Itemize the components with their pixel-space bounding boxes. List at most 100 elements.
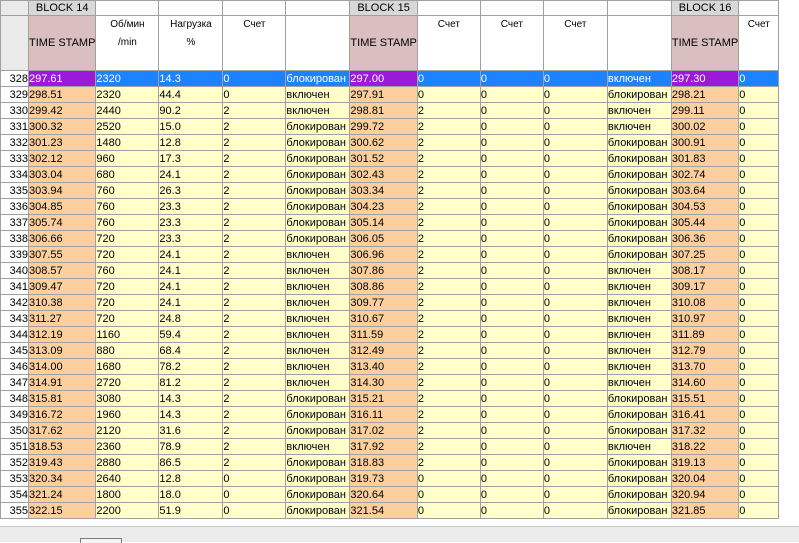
state-14-cell[interactable]: блокирован [285,118,351,135]
timestamp-14-cell[interactable]: 298.51 [27,86,97,103]
state-15-cell[interactable]: блокирован [606,406,672,423]
count-15b-cell[interactable]: 0 [479,230,544,247]
count-15a-cell[interactable]: 2 [416,326,481,343]
rpm-cell[interactable]: 2200 [95,502,160,519]
count-15a-cell[interactable]: 2 [416,278,481,295]
timestamp-15-cell[interactable]: 312.49 [349,342,418,359]
table-row[interactable]: 344 312.19 1160 59.4 2 включен 311.59 2 0 0 включе… [0,326,780,343]
state-15-cell[interactable]: включен [606,262,672,279]
table-row[interactable]: 332 301.23 1480 12.8 2 блокирован 300.62 2 0 0 бло… [0,134,780,151]
timestamp-15-cell[interactable]: 300.62 [349,134,418,151]
col-header-count-15c[interactable]: Счет [542,15,608,71]
count-15b-cell[interactable]: 0 [479,454,544,471]
timestamp-14-cell[interactable]: 308.57 [27,262,97,279]
count-14-cell[interactable]: 2 [222,358,287,375]
count-15b-cell[interactable]: 0 [479,438,544,455]
count-15a-cell[interactable]: 2 [416,134,481,151]
state-14-cell[interactable]: блокирован [285,182,351,199]
rpm-cell[interactable]: 1680 [95,358,160,375]
state-15-cell[interactable]: блокирован [606,390,672,407]
table-row[interactable]: 346 314.00 1680 78.2 2 включен 313.40 2 0 0 включе… [0,358,780,375]
state-15-cell[interactable]: блокирован [606,166,672,183]
load-cell[interactable]: 24.1 [158,246,224,263]
count-16-cell[interactable]: 0 [738,390,780,407]
count-15b-cell[interactable]: 0 [479,134,544,151]
state-14-cell[interactable]: включен [285,374,351,391]
timestamp-16-cell[interactable]: 309.17 [670,278,740,295]
timestamp-16-cell[interactable]: 310.08 [670,294,740,311]
count-16-cell[interactable]: 0 [738,486,780,503]
rpm-cell[interactable]: 2720 [95,374,160,391]
count-14-cell[interactable]: 0 [222,86,287,103]
count-15b-cell[interactable]: 0 [479,422,544,439]
count-15c-cell[interactable]: 0 [542,310,608,327]
count-16-cell[interactable]: 0 [738,374,780,391]
col-header-count-16[interactable]: Счет [738,15,780,71]
state-14-cell[interactable]: включен [285,86,351,103]
load-cell[interactable]: 14.3 [158,390,224,407]
count-15a-cell[interactable]: 2 [416,358,481,375]
rpm-cell[interactable]: 720 [95,230,160,247]
table-row[interactable]: 335 303.94 760 26.3 2 блокирован 303.34 2 0 0 блок… [0,182,780,199]
state-14-cell[interactable]: блокирован [285,470,351,487]
row-number[interactable]: 334 [0,166,29,183]
count-14-cell[interactable]: 2 [222,406,287,423]
load-cell[interactable]: 44.4 [158,86,224,103]
count-16-cell[interactable]: 0 [738,86,780,103]
count-14-cell[interactable]: 2 [222,198,287,215]
rpm-cell[interactable]: 1480 [95,134,160,151]
load-cell[interactable]: 12.8 [158,134,224,151]
timestamp-14-cell[interactable]: 313.09 [27,342,97,359]
count-15a-cell[interactable]: 2 [416,406,481,423]
row-number[interactable]: 348 [0,390,29,407]
count-15a-cell[interactable]: 2 [416,198,481,215]
row-number[interactable]: 336 [0,198,29,215]
count-14-cell[interactable]: 2 [222,246,287,263]
row-number[interactable]: 346 [0,358,29,375]
state-15-cell[interactable]: блокирован [606,86,672,103]
count-16-cell[interactable]: 0 [738,294,780,311]
state-14-cell[interactable]: блокирован [285,134,351,151]
load-cell[interactable]: 26.3 [158,182,224,199]
data-grid[interactable]: BLOCK 14 BLOCK 15 BLOCK 16 TIME STAMP Об… [0,0,799,526]
timestamp-15-cell[interactable]: 306.05 [349,230,418,247]
load-cell[interactable]: 15.0 [158,118,224,135]
count-16-cell[interactable]: 0 [738,342,780,359]
rpm-cell[interactable]: 720 [95,294,160,311]
load-cell[interactable]: 78.9 [158,438,224,455]
load-cell[interactable]: 23.3 [158,230,224,247]
load-cell[interactable]: 68.4 [158,342,224,359]
timestamp-14-cell[interactable]: 307.55 [27,246,97,263]
timestamp-16-cell[interactable]: 303.64 [670,182,740,199]
row-number[interactable]: 331 [0,118,29,135]
rpm-cell[interactable]: 3080 [95,390,160,407]
state-15-cell[interactable]: блокирован [606,230,672,247]
count-15a-cell[interactable]: 2 [416,374,481,391]
timestamp-14-cell[interactable]: 301.23 [27,134,97,151]
count-16-cell[interactable]: 0 [738,118,780,135]
load-cell[interactable]: 86.5 [158,454,224,471]
count-15c-cell[interactable]: 0 [542,198,608,215]
count-14-cell[interactable]: 0 [222,70,287,87]
timestamp-16-cell[interactable]: 300.02 [670,118,740,135]
timestamp-16-cell[interactable]: 301.83 [670,150,740,167]
state-14-cell[interactable]: включен [285,342,351,359]
count-14-cell[interactable]: 2 [222,102,287,119]
rpm-cell[interactable]: 720 [95,246,160,263]
count-15a-cell[interactable]: 2 [416,310,481,327]
count-16-cell[interactable]: 0 [738,310,780,327]
count-15b-cell[interactable]: 0 [479,502,544,519]
timestamp-16-cell[interactable]: 302.74 [670,166,740,183]
count-16-cell[interactable]: 0 [738,214,780,231]
state-14-cell[interactable]: включен [285,310,351,327]
load-cell[interactable]: 78.2 [158,358,224,375]
rpm-cell[interactable]: 2360 [95,438,160,455]
rpm-cell[interactable]: 2320 [95,70,160,87]
count-15b-cell[interactable]: 0 [479,294,544,311]
timestamp-15-cell[interactable]: 316.11 [349,406,418,423]
state-15-cell[interactable]: включен [606,438,672,455]
count-16-cell[interactable]: 0 [738,230,780,247]
load-cell[interactable]: 23.3 [158,198,224,215]
count-16-cell[interactable]: 0 [738,438,780,455]
state-14-cell[interactable]: включен [285,438,351,455]
